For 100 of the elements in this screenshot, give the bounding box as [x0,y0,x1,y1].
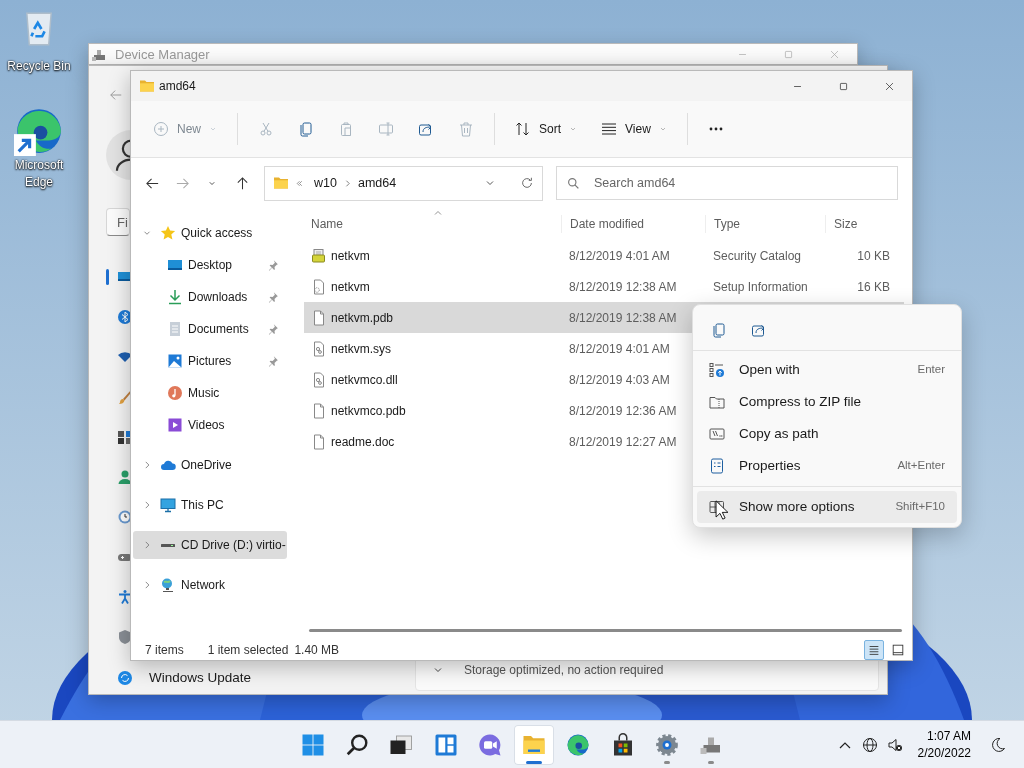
file-size: 10 KB [857,248,890,263]
menu-item[interactable]: Open with Enter [697,354,957,386]
view-button[interactable]: View [593,111,675,147]
catalog-file-icon [311,247,327,264]
video-icon [167,417,183,433]
column-header[interactable]: Size [825,214,898,233]
menu-item[interactable]: Compress to ZIP file [697,386,957,418]
nav-item[interactable]: OneDrive [133,451,287,479]
file-name: netkvmco.dll [331,371,398,389]
window-title: amd64 [159,78,196,95]
person-icon[interactable] [117,468,133,485]
pin-icon [267,291,279,303]
browser-icon[interactable] [14,106,64,156]
column-header[interactable]: Name [304,214,561,233]
volume-button[interactable] [886,736,903,753]
chevron-right-icon[interactable] [142,460,152,470]
nav-item[interactable]: Downloads [133,281,287,313]
nav-item[interactable]: Documents [133,313,287,345]
file-name: readme.doc [331,433,395,451]
search-icon [344,732,369,757]
file-type: Security Catalog [713,248,802,263]
muted-speaker-icon [886,736,903,753]
folder-icon [139,78,155,94]
star-icon [160,225,176,241]
document-icon [167,321,183,337]
nav-item[interactable]: Pictures [133,345,287,377]
open-with-icon [709,362,725,378]
shortcut-text: Alt+Enter [897,458,945,474]
file-name: netkvm.pdb [331,309,394,327]
maximize-icon [837,80,849,92]
search-field[interactable]: Fi [106,207,130,236]
file-icon [311,402,327,419]
scrollbar[interactable] [309,629,902,632]
double-chevron-icon [295,178,304,188]
accessibility-icon[interactable] [117,588,133,605]
search-field[interactable]: Search amd64 [556,166,898,200]
moon-icon [990,736,1006,753]
column-header[interactable]: Type [705,214,825,233]
details-view-button[interactable] [864,639,884,660]
nav-item[interactable]: Network [133,571,287,599]
selection-size: 1.40 MB [294,641,340,659]
file-date: 8/12/2019 12:27 AM [569,434,677,449]
nav-item[interactable]: Desktop [133,249,287,281]
monitor-icon [167,257,183,273]
running-indicator [526,760,543,764]
search-icon [567,176,580,190]
widgets-icon [433,732,458,757]
shortcut-text: Shift+F10 [895,499,945,515]
clock[interactable]: 1:07 AM 2/20/2022 [911,727,981,762]
file-icon [311,309,327,326]
file-icon [311,433,327,450]
properties-icon [709,458,725,474]
chevron-right-icon[interactable] [142,580,152,590]
column-header[interactable]: Date modified [561,214,705,233]
breadcrumb-link[interactable]: amd64 [357,173,397,193]
chevron-right-icon[interactable] [142,540,152,550]
shortcut-text: Enter [917,362,945,378]
window-title: Device Manager [115,45,210,64]
file-row[interactable]: netkvm 8/12/2019 4:01 AM Security Catalog 10 KB [304,240,904,271]
menu-item[interactable]: Show more options Shift+F10 [697,491,957,523]
shield-icon[interactable] [117,628,133,645]
settings-icon [655,732,680,757]
file-type: Setup Information [713,279,808,294]
nav-item[interactable]: CD Drive (D:) virtio- [133,531,287,559]
menu-item[interactable]: Properties Alt+Enter [697,450,957,482]
file-name: netkvm [331,278,370,296]
monitor-icon [160,497,176,513]
pin-icon [267,323,279,335]
sort-button[interactable]: Sort [507,111,586,147]
music-note-icon [167,385,183,401]
nav-item[interactable]: This PC [133,491,287,519]
file-row[interactable]: netkvm 8/12/2019 12:38 AM Setup Information 16 KB [304,271,904,302]
address-bar[interactable]: w10 amd64 [264,165,543,201]
windows-stack-icon [389,732,414,757]
gear-file-icon [311,371,327,388]
refresh-icon[interactable] [520,176,534,190]
browser-icon [566,732,591,757]
gear-file-icon [311,340,327,357]
running-indicator [664,760,671,764]
copy-icon [711,321,727,338]
nav-item[interactable]: Music [133,377,287,409]
notifications-button[interactable] [990,736,1006,753]
clock-icon[interactable] [117,508,133,525]
chevron-right-icon[interactable] [142,500,152,510]
more-options-icon [709,499,725,515]
nav-item[interactable]: Quick access [133,219,287,247]
globe-icon [861,736,878,753]
breadcrumb-link[interactable]: w10 [314,173,337,193]
path-icon [709,426,725,442]
close-icon [883,80,895,92]
chat-icon [477,732,502,757]
nav-item[interactable]: Windows Update [149,668,252,689]
drive-icon [160,542,176,548]
close-icon [828,49,840,60]
menu-item[interactable]: Copy as path [697,418,957,450]
nav-item[interactable]: Videos [133,409,287,441]
file-date: 8/12/2019 12:38 AM [569,310,677,325]
taskbar-app[interactable] [514,724,555,765]
network-button[interactable] [861,736,878,753]
pin-icon [267,259,279,271]
